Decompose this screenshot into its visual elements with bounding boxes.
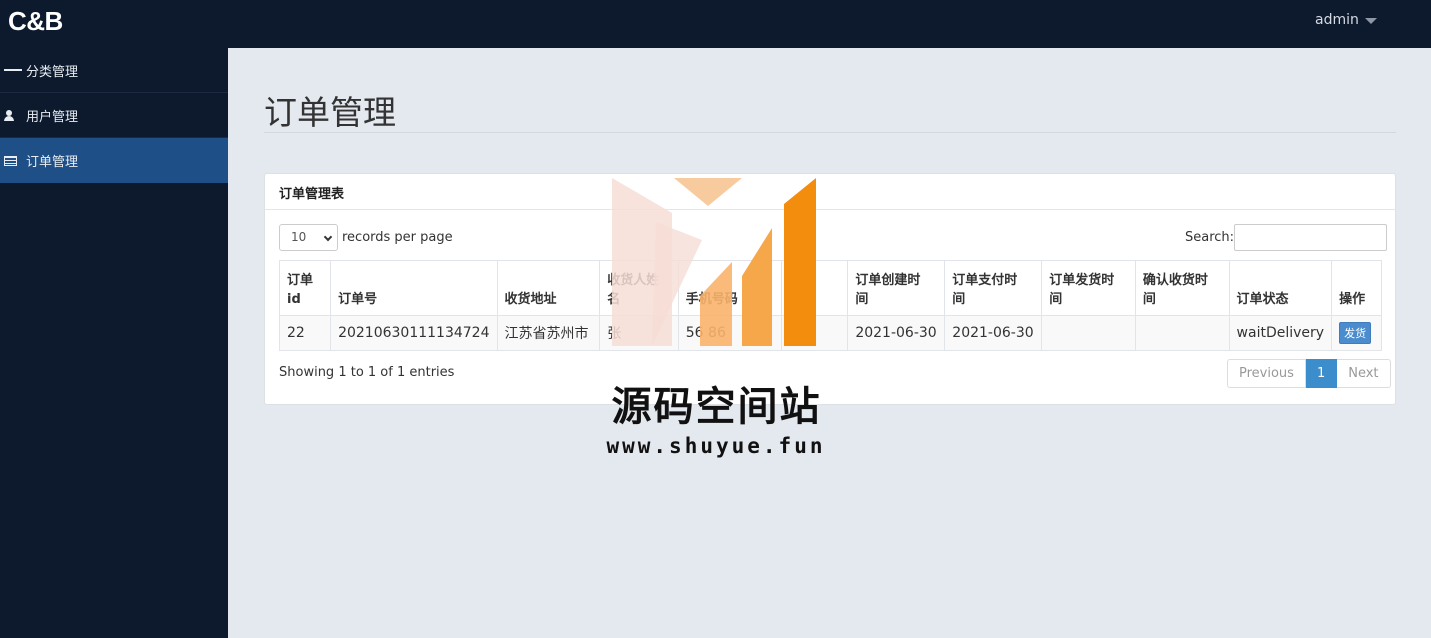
cell-id: 22 [278,315,332,351]
user-menu[interactable]: admin [1315,12,1377,28]
col-header-confirmed[interactable]: 确认收货时间 [1134,260,1230,316]
sidebar-item-label: 分类管理 [26,64,79,80]
panel-title: 订单管理表 [265,174,1395,210]
divider [264,132,1396,133]
col-header-paid[interactable]: 订单支付时间 [944,260,1043,316]
cell-status: waitDelivery [1228,315,1333,351]
next-page-button[interactable]: Next [1337,359,1391,388]
page-1-button[interactable]: 1 [1305,359,1338,388]
table-row: 22 20210630111134724 江苏省苏州市 张 56 86 2021… [278,315,1382,351]
cell-confirmed [1134,315,1230,351]
page-title: 订单管理 [264,93,396,132]
cell-paid: 2021-06-30 [944,315,1043,351]
page-length-value: 10 [291,230,307,244]
sidebar: 分类管理 用户管理 订单管理 [0,48,228,638]
sidebar-item-orders[interactable]: 订单管理 [0,138,228,183]
sidebar-item-label: 用户管理 [26,109,79,125]
previous-page-button[interactable]: Previous [1227,359,1306,388]
table-header-row: 订单id 订单号 收货地址 收货人姓名 手机号码 备注 订单创建时间 订单支付时… [278,260,1382,316]
search-control: Search: [1185,224,1388,251]
cell-order-no: 20210630111134724 [330,315,498,351]
search-input[interactable] [1234,224,1388,251]
page-length-select[interactable]: 10 [279,224,338,251]
col-header-id[interactable]: 订单 id [278,260,332,316]
table-info: Showing 1 to 1 of 1 entries [279,365,455,380]
page-length-control: 10 records per page [279,224,453,251]
search-label: Search: [1185,230,1235,245]
username: admin [1315,12,1359,28]
watermark-logo [612,178,816,346]
sidebar-item-category[interactable]: 分类管理 [0,48,228,93]
col-header-shipped[interactable]: 订单发货时间 [1041,260,1136,316]
table-icon [4,155,22,166]
bars-icon [4,68,22,72]
brand-logo[interactable]: C&B [8,6,63,37]
col-header-address[interactable]: 收货地址 [496,260,601,316]
orders-panel: 订单管理表 10 records per page Search: 订单 id 订… [264,173,1396,405]
watermark-url: www.shuyue.fun [606,434,826,458]
chevron-down-icon [323,232,333,242]
watermark-title: 源码空间站 [611,384,822,430]
pagination: Previous 1 Next [1227,359,1391,388]
page-length-label: records per page [342,230,453,245]
col-header-created[interactable]: 订单创建时间 [847,260,946,316]
col-header-action: 操作 [1331,260,1382,316]
orders-table: 订单id 订单号 收货地址 收货人姓名 手机号码 备注 订单创建时间 订单支付时… [278,260,1382,351]
sidebar-item-label: 订单管理 [26,155,79,170]
user-icon [4,109,22,121]
top-bar: C&B admin [0,0,1431,48]
cell-action: 发货 [1331,315,1382,351]
cell-address: 江苏省苏州市 [496,315,601,351]
caret-down-icon [1364,18,1377,24]
cell-created: 2021-06-30 [847,315,946,351]
sidebar-item-users[interactable]: 用户管理 [0,93,228,138]
ship-button[interactable]: 发货 [1339,322,1372,344]
cell-shipped [1041,315,1136,351]
col-header-status[interactable]: 订单状态 [1228,260,1333,316]
col-header-order-no[interactable]: 订单号 [330,260,498,316]
